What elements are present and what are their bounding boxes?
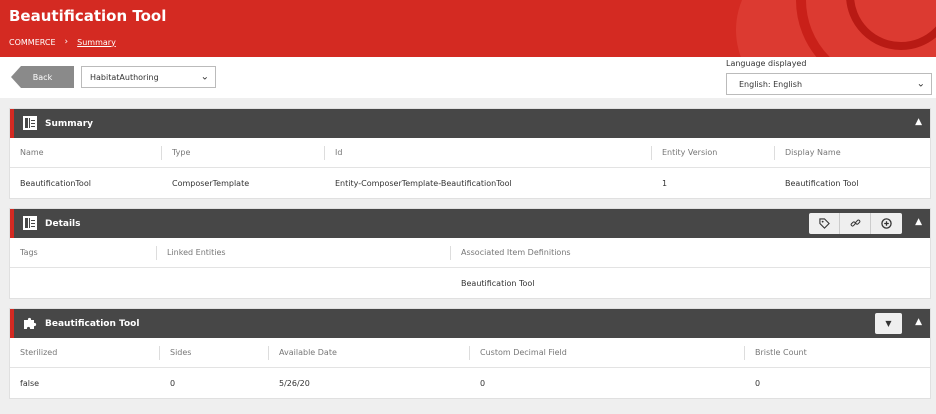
page-header: Beautification Tool COMMERCE › Summary bbox=[0, 0, 936, 57]
chevron-up-icon[interactable]: ▲ bbox=[915, 117, 922, 127]
table-row: Beautification Tool bbox=[10, 268, 930, 298]
table-cell bbox=[157, 268, 167, 298]
table-cell: 5/26/20 bbox=[279, 378, 310, 388]
breadcrumb-separator: › bbox=[64, 37, 69, 47]
column-header: Bristle Count bbox=[755, 348, 807, 357]
column-header: Display Name bbox=[785, 148, 841, 157]
plus-circle-icon bbox=[881, 218, 892, 229]
table-header-row: Name Type Id Entity Version Display Name bbox=[10, 138, 930, 168]
chevron-up-icon[interactable]: ▲ bbox=[915, 217, 922, 227]
breadcrumb: COMMERCE › Summary bbox=[9, 37, 116, 47]
tool-table: Sterilized Sides Available Date Custom D… bbox=[10, 338, 930, 398]
table-header-row: Sterilized Sides Available Date Custom D… bbox=[10, 338, 930, 368]
table-cell: 0 bbox=[480, 378, 486, 388]
details-panel: Details ▲ Tags Linked Entities Associate… bbox=[9, 208, 931, 299]
table-cell: Entity-ComposerTemplate-BeautificationTo… bbox=[335, 178, 512, 188]
column-header: Name bbox=[20, 148, 44, 157]
column-header: Type bbox=[172, 148, 191, 157]
column-header: Entity Version bbox=[662, 148, 718, 157]
tool-panel-title: Beautification Tool bbox=[45, 318, 140, 329]
details-action-group bbox=[809, 213, 902, 234]
toolbar: Back HabitatAuthoring ⌄ Language display… bbox=[0, 57, 936, 98]
page-title: Beautification Tool bbox=[9, 7, 167, 25]
chevron-down-icon: ⌄ bbox=[200, 71, 209, 83]
puzzle-icon bbox=[24, 317, 37, 329]
summary-panel-header[interactable]: Summary ▲ bbox=[10, 109, 930, 138]
summary-table: Name Type Id Entity Version Display Name… bbox=[10, 138, 930, 198]
tag-icon bbox=[818, 218, 830, 229]
language-select-value: English: English bbox=[739, 79, 803, 89]
environment-select-value: HabitatAuthoring bbox=[90, 72, 159, 82]
table-cell: 1 bbox=[662, 178, 668, 188]
triangle-down-icon[interactable]: ▼ bbox=[875, 313, 902, 334]
table-cell: BeautificationTool bbox=[20, 178, 91, 188]
tool-panel: Beautification Tool ▼ ▲ Sterilized Sides… bbox=[9, 308, 931, 399]
table-cell bbox=[10, 268, 20, 298]
environment-select[interactable]: HabitatAuthoring ⌄ bbox=[81, 66, 216, 88]
table-cell: false bbox=[20, 378, 40, 388]
tool-panel-header[interactable]: Beautification Tool ▼ ▲ bbox=[10, 309, 930, 338]
table-icon bbox=[23, 116, 37, 130]
column-header: Linked Entities bbox=[167, 248, 226, 257]
chevron-up-icon[interactable]: ▲ bbox=[915, 317, 922, 327]
details-panel-title: Details bbox=[45, 218, 81, 229]
column-header: Id bbox=[335, 148, 343, 157]
language-select[interactable]: English: English ⌄ bbox=[726, 73, 932, 95]
summary-panel-title: Summary bbox=[45, 118, 94, 129]
column-header: Custom Decimal Field bbox=[480, 348, 567, 357]
breadcrumb-current[interactable]: Summary bbox=[77, 38, 116, 47]
table-cell: ComposerTemplate bbox=[172, 178, 250, 188]
table-cell: Beautification Tool bbox=[785, 178, 859, 188]
back-button[interactable]: Back bbox=[11, 66, 74, 88]
breadcrumb-root[interactable]: COMMERCE bbox=[9, 38, 56, 47]
chevron-down-icon: ⌄ bbox=[916, 78, 925, 90]
column-header: Sterilized bbox=[20, 348, 58, 357]
column-header: Tags bbox=[20, 248, 38, 257]
link-button[interactable] bbox=[840, 213, 871, 234]
column-header: Available Date bbox=[279, 348, 337, 357]
table-cell: 0 bbox=[755, 378, 761, 388]
add-button[interactable] bbox=[871, 213, 902, 234]
table-cell: 0 bbox=[170, 378, 176, 388]
column-header: Associated Item Definitions bbox=[461, 248, 571, 257]
language-label: Language displayed bbox=[726, 59, 807, 68]
summary-panel: Summary ▲ Name Type Id Entity Version Di… bbox=[9, 108, 931, 199]
details-panel-header[interactable]: Details ▲ bbox=[10, 209, 930, 238]
column-header: Sides bbox=[170, 348, 192, 357]
link-icon bbox=[850, 219, 860, 227]
table-cell[interactable]: Beautification Tool bbox=[451, 268, 535, 298]
table-icon bbox=[23, 216, 37, 230]
table-row: false 0 5/26/20 0 0 bbox=[10, 368, 930, 398]
table-header-row: Tags Linked Entities Associated Item Def… bbox=[10, 238, 930, 268]
details-table: Tags Linked Entities Associated Item Def… bbox=[10, 238, 930, 298]
tag-button[interactable] bbox=[809, 213, 840, 234]
table-row: BeautificationTool ComposerTemplate Enti… bbox=[10, 168, 930, 198]
